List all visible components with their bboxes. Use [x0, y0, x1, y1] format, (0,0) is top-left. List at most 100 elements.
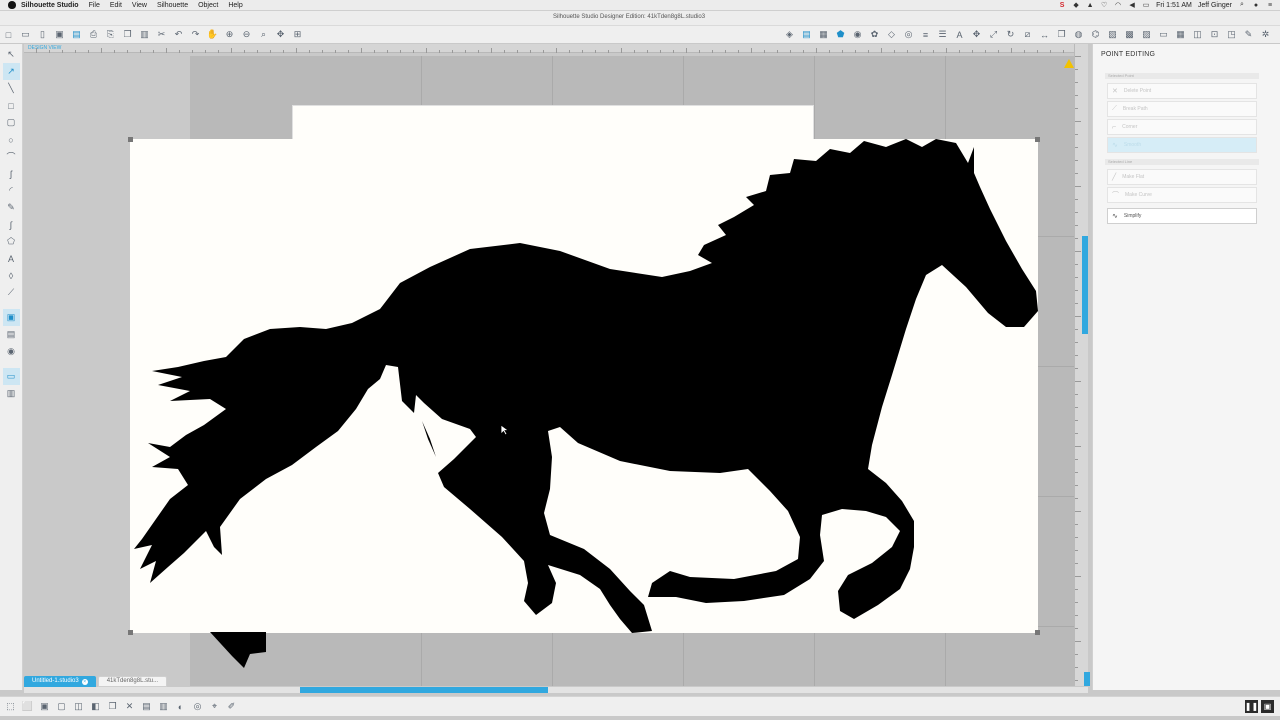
menu-view[interactable]: View: [132, 2, 147, 9]
modify-icon[interactable]: ▧: [1104, 27, 1121, 42]
upload-icon[interactable]: ▲: [1086, 1, 1094, 9]
cut-icon[interactable]: ✂: [153, 27, 170, 42]
select-tool-icon[interactable]: ↖: [3, 46, 20, 63]
fill-color-icon[interactable]: ◈: [781, 27, 798, 42]
fill-panel-icon[interactable]: ⬟: [832, 27, 849, 42]
break-path-button[interactable]: ⟋ Break Path: [1107, 101, 1257, 117]
selection-handle[interactable]: [128, 630, 133, 635]
grid-icon[interactable]: ▦: [815, 27, 832, 42]
eyedropper-icon[interactable]: ✐: [223, 699, 240, 714]
line-color-icon[interactable]: ◇: [883, 27, 900, 42]
rounded-rectangle-tool-icon[interactable]: ▢: [3, 114, 20, 131]
cutoff-shape[interactable]: [210, 632, 268, 668]
welding-icon[interactable]: ▩: [1121, 27, 1138, 42]
ungroup-icon[interactable]: ▢: [53, 699, 70, 714]
drag-zoom-icon[interactable]: ✥: [272, 27, 289, 42]
redo-icon[interactable]: ↷: [187, 27, 204, 42]
menu-file[interactable]: File: [89, 2, 100, 9]
polygon-tool-icon[interactable]: ⬠: [3, 233, 20, 250]
ellipse-tool-icon[interactable]: ○: [3, 131, 20, 148]
fit-page-icon[interactable]: ⊞: [289, 27, 306, 42]
line-style-icon[interactable]: ◎: [900, 27, 917, 42]
eraser-tool-icon[interactable]: ◊: [3, 267, 20, 284]
heart-icon[interactable]: ♡: [1100, 1, 1108, 9]
send-icon[interactable]: ◳: [1223, 27, 1240, 42]
copy-icon[interactable]: ❐: [119, 27, 136, 42]
make-curve-button[interactable]: ⌒ Make Curve: [1107, 187, 1257, 203]
zoom-select-icon[interactable]: ⌕: [255, 27, 272, 42]
registration-icon[interactable]: ▦: [1172, 27, 1189, 42]
point-edit-tool-icon[interactable]: ↗: [2, 63, 20, 80]
offset-bottom-icon[interactable]: ◎: [189, 699, 206, 714]
simplify-button[interactable]: ∿ Simplify: [1107, 208, 1257, 224]
selection-handle[interactable]: [128, 137, 133, 142]
curve-tool-icon[interactable]: ʃ: [3, 165, 20, 182]
undo-icon[interactable]: ↶: [170, 27, 187, 42]
freehand-tool-icon[interactable]: ✎: [3, 199, 20, 216]
smooth-freehand-tool-icon[interactable]: ∫: [3, 216, 20, 233]
horizontal-scroll-thumb[interactable]: [300, 687, 548, 693]
siri-icon[interactable]: ●: [1252, 1, 1260, 9]
menu-object[interactable]: Object: [198, 2, 218, 9]
delete-icon[interactable]: ✕: [121, 699, 138, 714]
gradient-icon[interactable]: ◉: [849, 27, 866, 42]
store-icon[interactable]: ◫: [1189, 27, 1206, 42]
weld-icon[interactable]: ◐: [172, 699, 189, 714]
store-panel-icon[interactable]: ◉: [3, 343, 20, 360]
page-setup-icon[interactable]: ▭: [1155, 27, 1172, 42]
trace-bottom-icon[interactable]: ⌖: [206, 699, 223, 714]
make-flat-button[interactable]: ╱ Make Flat: [1107, 169, 1257, 185]
design-workspace[interactable]: DESIGN VIEW: [24, 44, 1088, 686]
text-icon[interactable]: A: [951, 27, 968, 42]
rotate-icon[interactable]: ↻: [1002, 27, 1019, 42]
knife-icon[interactable]: ✎: [1240, 27, 1257, 42]
horse-silhouette[interactable]: [130, 139, 1038, 633]
design-store-icon[interactable]: ⊡: [1206, 27, 1223, 42]
silhouette-status-icon[interactable]: S: [1058, 1, 1066, 9]
battery-icon[interactable]: ▭: [1142, 1, 1150, 9]
trace-icon[interactable]: ⌬: [1087, 27, 1104, 42]
deselect-icon[interactable]: ⬜: [19, 699, 36, 714]
selection-handle[interactable]: [1035, 630, 1040, 635]
print-cut-icon[interactable]: ⎘: [102, 27, 119, 42]
open-file-icon[interactable]: ▯: [34, 27, 51, 42]
dropbox-icon[interactable]: ◆: [1072, 1, 1080, 9]
library-view-icon[interactable]: ▥: [3, 385, 20, 402]
menu-help[interactable]: Help: [228, 2, 242, 9]
warning-icon[interactable]: [1064, 59, 1074, 68]
close-tab-icon[interactable]: ×: [81, 678, 88, 685]
tab-untitled-1[interactable]: Untitled-1.studio3 ×: [24, 676, 96, 687]
paste-icon[interactable]: ▥: [136, 27, 153, 42]
offset-icon[interactable]: ◍: [1070, 27, 1087, 42]
app-menu[interactable]: Silhouette Studio: [21, 2, 79, 9]
tab-41ktden8g8l[interactable]: 41kTden8g8L.stu...: [97, 676, 168, 687]
apple-icon[interactable]: [8, 1, 16, 9]
print-icon[interactable]: ⎙: [85, 27, 102, 42]
clock[interactable]: Fri 1:51 AM: [1156, 2, 1192, 9]
group-icon[interactable]: ▣: [36, 699, 53, 714]
menu-silhouette[interactable]: Silhouette: [157, 2, 188, 9]
corner-button[interactable]: ⌐ Corner: [1107, 119, 1257, 135]
notification-icon[interactable]: ≡: [1266, 1, 1274, 9]
send-to-silhouette-icon[interactable]: ▣: [1261, 700, 1274, 713]
duplicate-icon[interactable]: ❐: [104, 699, 121, 714]
pattern-icon[interactable]: ✿: [866, 27, 883, 42]
move-icon[interactable]: ↔: [1036, 27, 1053, 42]
shapes-panel-icon[interactable]: ▣: [2, 309, 20, 326]
zoom-out-icon[interactable]: ⊖: [238, 27, 255, 42]
pan-hand-icon[interactable]: ✋: [204, 27, 221, 42]
make-compound-icon[interactable]: ◫: [70, 699, 87, 714]
spotlight-icon[interactable]: ⌕: [1238, 1, 1246, 9]
user-name[interactable]: Jeff Ginger: [1198, 2, 1232, 9]
release-compound-icon[interactable]: ◧: [87, 699, 104, 714]
volume-icon[interactable]: ◀: [1128, 1, 1136, 9]
text-tool-icon[interactable]: A: [3, 250, 20, 267]
line-tool-icon[interactable]: ╲: [3, 80, 20, 97]
polyline-tool-icon[interactable]: ⌒: [3, 148, 20, 165]
cut-settings-icon[interactable]: ▨: [1138, 27, 1155, 42]
library-panel-icon[interactable]: ▤: [798, 27, 815, 42]
scale-icon[interactable]: ⤢: [985, 27, 1002, 42]
settings-gear-icon[interactable]: ✲: [1257, 27, 1274, 42]
replicate-icon[interactable]: ❐: [1053, 27, 1070, 42]
horizontal-scrollbar[interactable]: [24, 687, 1088, 693]
